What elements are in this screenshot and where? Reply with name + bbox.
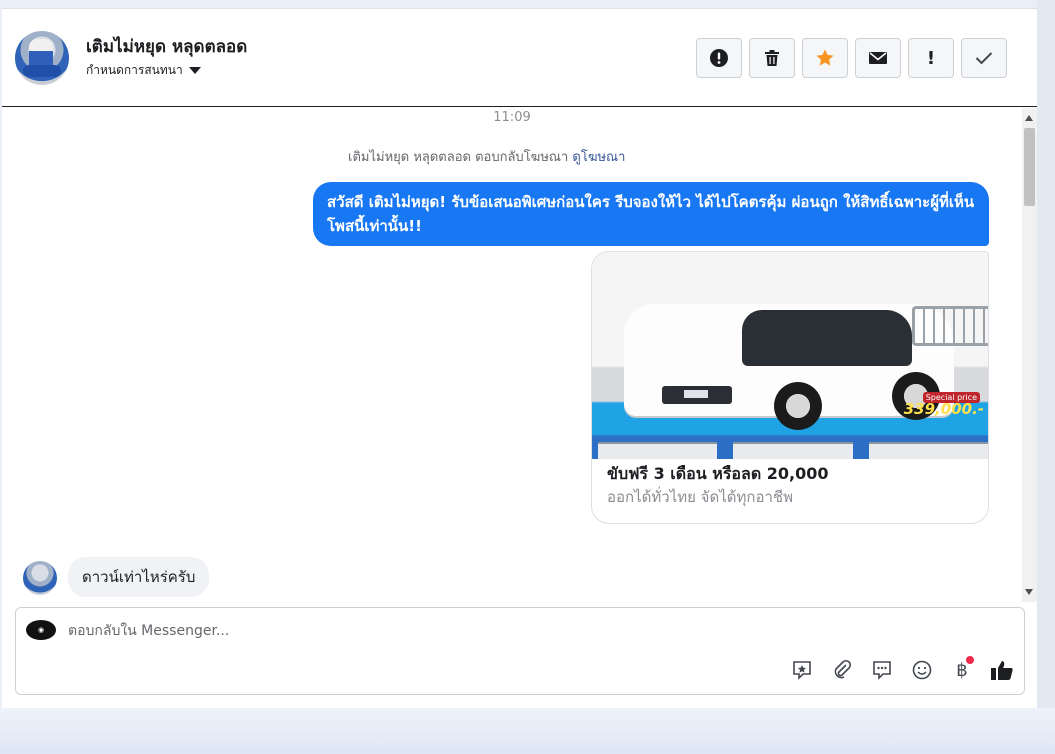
composer-tools: ฿ [790,656,1014,682]
mark-spam-button[interactable] [696,38,742,78]
scrollbar-thumb[interactable] [1024,128,1035,206]
message-list[interactable]: 11:09 เติมไม่หยุด หลุดตลอด ตอบกลับโฆษณา … [2,108,1022,602]
header-actions: ! [696,38,1007,78]
window-edge [1037,0,1055,754]
trash-icon [765,50,779,66]
ad-reply-notice: เติมไม่หยุด หลุดตลอด ตอบกลับโฆษณา ดูโฆษณ… [348,146,625,167]
view-ad-link[interactable]: ดูโฆษณา [572,150,625,165]
ad-thumbnails [598,442,988,459]
contact-avatar[interactable] [15,31,69,85]
like-icon[interactable] [990,658,1014,682]
attachment-icon[interactable] [830,658,854,682]
conversation-panel: เติมไม่หยุด หลุดตลอด กำหนดการสนทนา ! 11:… [2,8,1037,708]
follow-up-button[interactable]: ! [908,38,954,78]
saved-reply-icon[interactable] [870,658,894,682]
exclamation-icon: ! [926,47,936,69]
baht-payment-icon[interactable]: ฿ [950,656,974,682]
ad-reply-text: เติมไม่หยุด หลุดตลอด ตอบกลับโฆษณา [348,150,569,165]
sticker-icon[interactable] [790,658,814,682]
ad-image: Special price 339,000.- [592,252,988,459]
emoji-icon[interactable] [910,658,934,682]
conversation-header: เติมไม่หยุด หลุดตลอด กำหนดการสนทนา ! [2,9,1037,107]
ad-card-subtitle: ออกได้ทั่วไทย จัดได้ทุกอาชีพ [607,488,793,506]
scroll-up-arrow[interactable] [1025,115,1033,121]
ad-price: 339,000.- [903,400,984,418]
sender-avatar[interactable] [23,561,57,595]
ad-card-title: ขับฟรี 3 เดือน หรือลด 20,000 [607,464,829,483]
conversation-settings-label: กำหนดการสนทนา [86,63,183,77]
message-timestamp: 11:09 [493,110,531,125]
star-icon [816,49,834,66]
reply-input[interactable] [68,621,968,641]
message-scrollbar[interactable] [1022,108,1037,602]
ad-card[interactable]: Special price 339,000.- ขับฟรี 3 เดือน ห… [591,251,989,524]
star-button[interactable] [802,38,848,78]
outgoing-message: สวัสดี เติมไม่หยุด! รับข้อเสนอพิเศษก่อนใ… [313,182,989,246]
mark-unread-button[interactable] [855,38,901,78]
incoming-message: ดาวน์เท่าไหร่ครับ [68,557,210,597]
caret-down-icon [188,67,201,74]
conversation-settings-dropdown[interactable]: กำหนดการสนทนา [86,61,201,80]
reply-composer: ◉ ฿ [15,607,1025,695]
window-bottom [0,708,1055,754]
envelope-icon [869,52,887,64]
alert-circle-icon [710,49,728,67]
delete-button[interactable] [749,38,795,78]
done-button[interactable] [961,38,1007,78]
page-avatar: ◉ [26,620,56,640]
check-icon [975,52,993,65]
notification-dot [966,656,974,664]
contact-name[interactable]: เติมไม่หยุด หลุดตลอด [86,33,247,60]
scroll-down-arrow[interactable] [1025,589,1033,595]
